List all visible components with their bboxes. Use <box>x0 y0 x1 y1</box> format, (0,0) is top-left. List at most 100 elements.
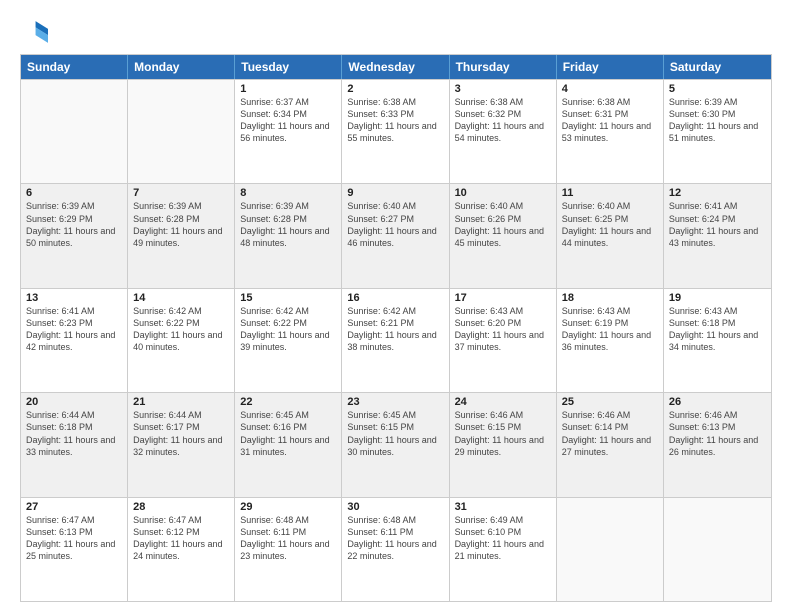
calendar-cell: 10Sunrise: 6:40 AM Sunset: 6:26 PM Dayli… <box>450 184 557 287</box>
calendar-row-3: 13Sunrise: 6:41 AM Sunset: 6:23 PM Dayli… <box>21 288 771 392</box>
calendar: SundayMondayTuesdayWednesdayThursdayFrid… <box>20 54 772 602</box>
header-day-wednesday: Wednesday <box>342 55 449 79</box>
calendar-cell: 21Sunrise: 6:44 AM Sunset: 6:17 PM Dayli… <box>128 393 235 496</box>
calendar-cell: 7Sunrise: 6:39 AM Sunset: 6:28 PM Daylig… <box>128 184 235 287</box>
cell-info: Sunrise: 6:39 AM Sunset: 6:29 PM Dayligh… <box>26 200 122 249</box>
day-number: 8 <box>240 187 336 199</box>
day-number: 11 <box>562 187 658 199</box>
calendar-cell: 28Sunrise: 6:47 AM Sunset: 6:12 PM Dayli… <box>128 498 235 601</box>
calendar-cell: 18Sunrise: 6:43 AM Sunset: 6:19 PM Dayli… <box>557 289 664 392</box>
day-number: 18 <box>562 292 658 304</box>
header <box>20 18 772 46</box>
cell-info: Sunrise: 6:41 AM Sunset: 6:23 PM Dayligh… <box>26 305 122 354</box>
cell-info: Sunrise: 6:48 AM Sunset: 6:11 PM Dayligh… <box>347 514 443 563</box>
calendar-cell: 14Sunrise: 6:42 AM Sunset: 6:22 PM Dayli… <box>128 289 235 392</box>
header-day-monday: Monday <box>128 55 235 79</box>
calendar-cell: 29Sunrise: 6:48 AM Sunset: 6:11 PM Dayli… <box>235 498 342 601</box>
calendar-cell: 4Sunrise: 6:38 AM Sunset: 6:31 PM Daylig… <box>557 80 664 183</box>
day-number: 2 <box>347 83 443 95</box>
day-number: 5 <box>669 83 766 95</box>
cell-info: Sunrise: 6:39 AM Sunset: 6:28 PM Dayligh… <box>133 200 229 249</box>
calendar-row-5: 27Sunrise: 6:47 AM Sunset: 6:13 PM Dayli… <box>21 497 771 601</box>
calendar-row-4: 20Sunrise: 6:44 AM Sunset: 6:18 PM Dayli… <box>21 392 771 496</box>
day-number: 28 <box>133 501 229 513</box>
day-number: 12 <box>669 187 766 199</box>
day-number: 20 <box>26 396 122 408</box>
calendar-cell: 31Sunrise: 6:49 AM Sunset: 6:10 PM Dayli… <box>450 498 557 601</box>
cell-info: Sunrise: 6:41 AM Sunset: 6:24 PM Dayligh… <box>669 200 766 249</box>
day-number: 25 <box>562 396 658 408</box>
calendar-header: SundayMondayTuesdayWednesdayThursdayFrid… <box>21 55 771 79</box>
calendar-cell: 19Sunrise: 6:43 AM Sunset: 6:18 PM Dayli… <box>664 289 771 392</box>
day-number: 19 <box>669 292 766 304</box>
day-number: 15 <box>240 292 336 304</box>
cell-info: Sunrise: 6:38 AM Sunset: 6:32 PM Dayligh… <box>455 96 551 145</box>
calendar-cell: 1Sunrise: 6:37 AM Sunset: 6:34 PM Daylig… <box>235 80 342 183</box>
calendar-cell: 17Sunrise: 6:43 AM Sunset: 6:20 PM Dayli… <box>450 289 557 392</box>
calendar-cell: 30Sunrise: 6:48 AM Sunset: 6:11 PM Dayli… <box>342 498 449 601</box>
day-number: 14 <box>133 292 229 304</box>
header-day-sunday: Sunday <box>21 55 128 79</box>
cell-info: Sunrise: 6:44 AM Sunset: 6:17 PM Dayligh… <box>133 409 229 458</box>
header-day-friday: Friday <box>557 55 664 79</box>
calendar-row-1: 1Sunrise: 6:37 AM Sunset: 6:34 PM Daylig… <box>21 79 771 183</box>
calendar-cell: 25Sunrise: 6:46 AM Sunset: 6:14 PM Dayli… <box>557 393 664 496</box>
cell-info: Sunrise: 6:42 AM Sunset: 6:22 PM Dayligh… <box>133 305 229 354</box>
day-number: 10 <box>455 187 551 199</box>
cell-info: Sunrise: 6:47 AM Sunset: 6:13 PM Dayligh… <box>26 514 122 563</box>
cell-info: Sunrise: 6:40 AM Sunset: 6:26 PM Dayligh… <box>455 200 551 249</box>
day-number: 27 <box>26 501 122 513</box>
calendar-cell: 8Sunrise: 6:39 AM Sunset: 6:28 PM Daylig… <box>235 184 342 287</box>
cell-info: Sunrise: 6:37 AM Sunset: 6:34 PM Dayligh… <box>240 96 336 145</box>
calendar-cell <box>21 80 128 183</box>
calendar-cell: 20Sunrise: 6:44 AM Sunset: 6:18 PM Dayli… <box>21 393 128 496</box>
cell-info: Sunrise: 6:38 AM Sunset: 6:33 PM Dayligh… <box>347 96 443 145</box>
calendar-cell <box>128 80 235 183</box>
cell-info: Sunrise: 6:46 AM Sunset: 6:14 PM Dayligh… <box>562 409 658 458</box>
day-number: 9 <box>347 187 443 199</box>
calendar-cell: 27Sunrise: 6:47 AM Sunset: 6:13 PM Dayli… <box>21 498 128 601</box>
calendar-body: 1Sunrise: 6:37 AM Sunset: 6:34 PM Daylig… <box>21 79 771 601</box>
day-number: 1 <box>240 83 336 95</box>
calendar-cell: 13Sunrise: 6:41 AM Sunset: 6:23 PM Dayli… <box>21 289 128 392</box>
cell-info: Sunrise: 6:48 AM Sunset: 6:11 PM Dayligh… <box>240 514 336 563</box>
cell-info: Sunrise: 6:39 AM Sunset: 6:28 PM Dayligh… <box>240 200 336 249</box>
cell-info: Sunrise: 6:42 AM Sunset: 6:22 PM Dayligh… <box>240 305 336 354</box>
cell-info: Sunrise: 6:43 AM Sunset: 6:18 PM Dayligh… <box>669 305 766 354</box>
cell-info: Sunrise: 6:42 AM Sunset: 6:21 PM Dayligh… <box>347 305 443 354</box>
cell-info: Sunrise: 6:45 AM Sunset: 6:15 PM Dayligh… <box>347 409 443 458</box>
calendar-cell: 5Sunrise: 6:39 AM Sunset: 6:30 PM Daylig… <box>664 80 771 183</box>
cell-info: Sunrise: 6:40 AM Sunset: 6:27 PM Dayligh… <box>347 200 443 249</box>
day-number: 29 <box>240 501 336 513</box>
day-number: 6 <box>26 187 122 199</box>
calendar-cell: 6Sunrise: 6:39 AM Sunset: 6:29 PM Daylig… <box>21 184 128 287</box>
logo-icon <box>20 18 48 46</box>
calendar-cell: 22Sunrise: 6:45 AM Sunset: 6:16 PM Dayli… <box>235 393 342 496</box>
calendar-cell: 26Sunrise: 6:46 AM Sunset: 6:13 PM Dayli… <box>664 393 771 496</box>
day-number: 4 <box>562 83 658 95</box>
day-number: 21 <box>133 396 229 408</box>
cell-info: Sunrise: 6:40 AM Sunset: 6:25 PM Dayligh… <box>562 200 658 249</box>
cell-info: Sunrise: 6:44 AM Sunset: 6:18 PM Dayligh… <box>26 409 122 458</box>
day-number: 7 <box>133 187 229 199</box>
calendar-cell: 9Sunrise: 6:40 AM Sunset: 6:27 PM Daylig… <box>342 184 449 287</box>
day-number: 17 <box>455 292 551 304</box>
header-day-thursday: Thursday <box>450 55 557 79</box>
cell-info: Sunrise: 6:38 AM Sunset: 6:31 PM Dayligh… <box>562 96 658 145</box>
day-number: 16 <box>347 292 443 304</box>
header-day-saturday: Saturday <box>664 55 771 79</box>
day-number: 22 <box>240 396 336 408</box>
day-number: 31 <box>455 501 551 513</box>
calendar-cell <box>664 498 771 601</box>
calendar-cell: 11Sunrise: 6:40 AM Sunset: 6:25 PM Dayli… <box>557 184 664 287</box>
cell-info: Sunrise: 6:49 AM Sunset: 6:10 PM Dayligh… <box>455 514 551 563</box>
day-number: 30 <box>347 501 443 513</box>
cell-info: Sunrise: 6:43 AM Sunset: 6:19 PM Dayligh… <box>562 305 658 354</box>
day-number: 13 <box>26 292 122 304</box>
calendar-cell: 15Sunrise: 6:42 AM Sunset: 6:22 PM Dayli… <box>235 289 342 392</box>
logo <box>20 18 52 46</box>
calendar-cell: 23Sunrise: 6:45 AM Sunset: 6:15 PM Dayli… <box>342 393 449 496</box>
calendar-cell: 16Sunrise: 6:42 AM Sunset: 6:21 PM Dayli… <box>342 289 449 392</box>
cell-info: Sunrise: 6:47 AM Sunset: 6:12 PM Dayligh… <box>133 514 229 563</box>
calendar-cell: 24Sunrise: 6:46 AM Sunset: 6:15 PM Dayli… <box>450 393 557 496</box>
